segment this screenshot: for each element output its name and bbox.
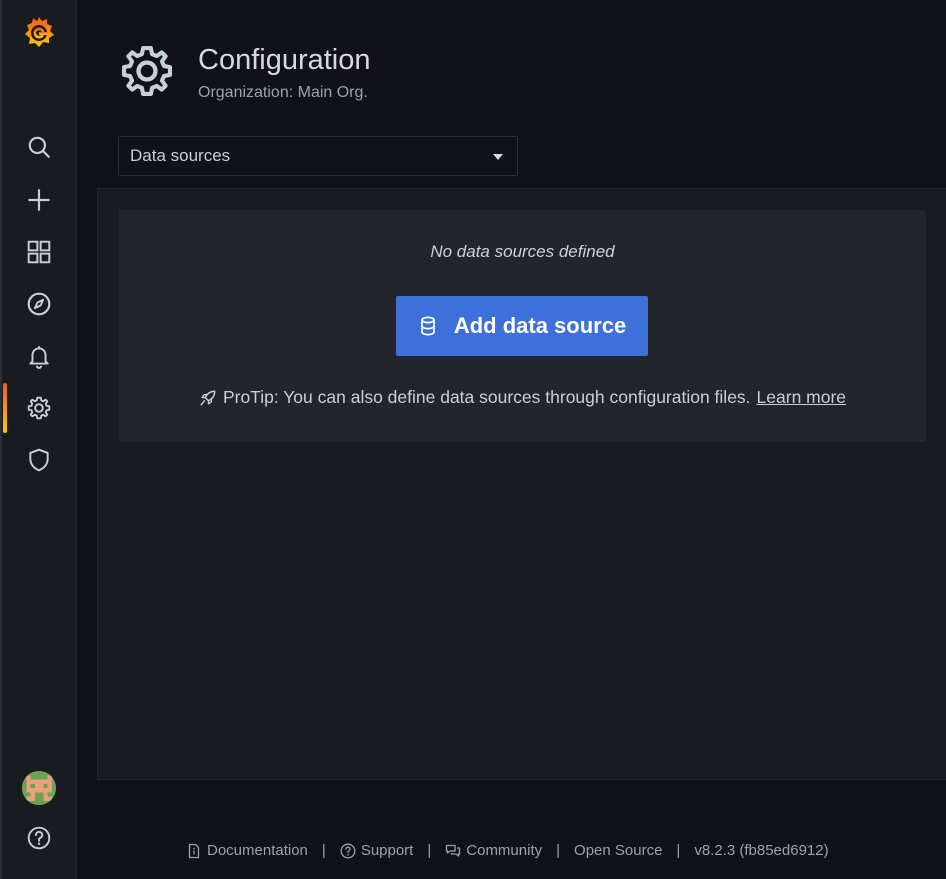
protip-text: ProTip: You can also define data sources… [222, 387, 751, 407]
gear-icon [27, 396, 50, 420]
footer-documentation-label: Documentation [207, 842, 308, 859]
footer-separator: | [556, 842, 561, 859]
add-data-source-button[interactable]: Add data source [396, 296, 648, 356]
footer-open-source-label: Open Source [574, 842, 663, 859]
avatar-image [22, 771, 56, 805]
question-circle-icon [340, 843, 356, 858]
sidebar-item-search[interactable] [0, 125, 77, 169]
document-info-icon [188, 843, 200, 858]
sidebar-item-explore[interactable] [0, 282, 77, 326]
content-panel: No data sources defined Add data source … [97, 188, 946, 780]
page-subtitle: Organization: Main Org. [198, 84, 368, 101]
gear-icon [121, 45, 173, 97]
shield-icon [28, 448, 49, 472]
comments-icon [446, 844, 461, 857]
apps-icon [27, 240, 50, 264]
sidebar-item-help[interactable] [0, 816, 77, 860]
search-icon [28, 136, 50, 158]
footer-version: v8.2.3 (fb85ed6912) [694, 842, 829, 859]
sidebar [0, 0, 77, 879]
plus-icon [27, 189, 50, 211]
sidebar-item-create[interactable] [0, 178, 77, 222]
footer-documentation-link[interactable]: Documentation [186, 842, 308, 859]
sidebar-item-server-admin[interactable] [0, 438, 77, 482]
add-data-source-label: Add data source [453, 313, 627, 338]
sidebar-item-dashboards[interactable] [0, 230, 77, 274]
database-icon [420, 316, 435, 336]
grafana-logo-icon[interactable] [22, 14, 56, 50]
compass-icon [27, 292, 50, 316]
section-select[interactable]: Data sources [118, 136, 518, 176]
sidebar-item-alerting[interactable] [0, 334, 77, 378]
app-root: Configuration Organization: Main Org. Da… [0, 0, 946, 879]
footer-separator: | [676, 842, 681, 859]
footer: Documentation | Support | Community | Op… [186, 842, 829, 859]
page-title: Configuration [198, 44, 371, 76]
footer-support-link[interactable]: Support [340, 842, 414, 859]
footer-separator: | [427, 842, 432, 859]
bell-icon [28, 346, 49, 369]
footer-separator: | [321, 842, 326, 859]
caret-down-icon [493, 154, 503, 160]
rocket-icon [200, 390, 216, 405]
footer-support-label: Support [360, 842, 414, 859]
footer-open-source-link[interactable]: Open Source [574, 842, 662, 859]
footer-community-link[interactable]: Community [445, 842, 542, 859]
section-select-value: Data sources [130, 146, 231, 165]
protip: ProTip: You can also define data sources… [119, 387, 926, 408]
empty-state-title: No data sources defined [430, 242, 615, 261]
sidebar-item-configuration[interactable] [0, 383, 77, 433]
question-circle-icon [27, 826, 50, 850]
footer-community-label: Community [466, 842, 543, 859]
empty-list-card: No data sources defined Add data source … [119, 210, 926, 442]
avatar[interactable] [22, 771, 56, 805]
learn-more-link[interactable]: Learn more [757, 387, 847, 408]
